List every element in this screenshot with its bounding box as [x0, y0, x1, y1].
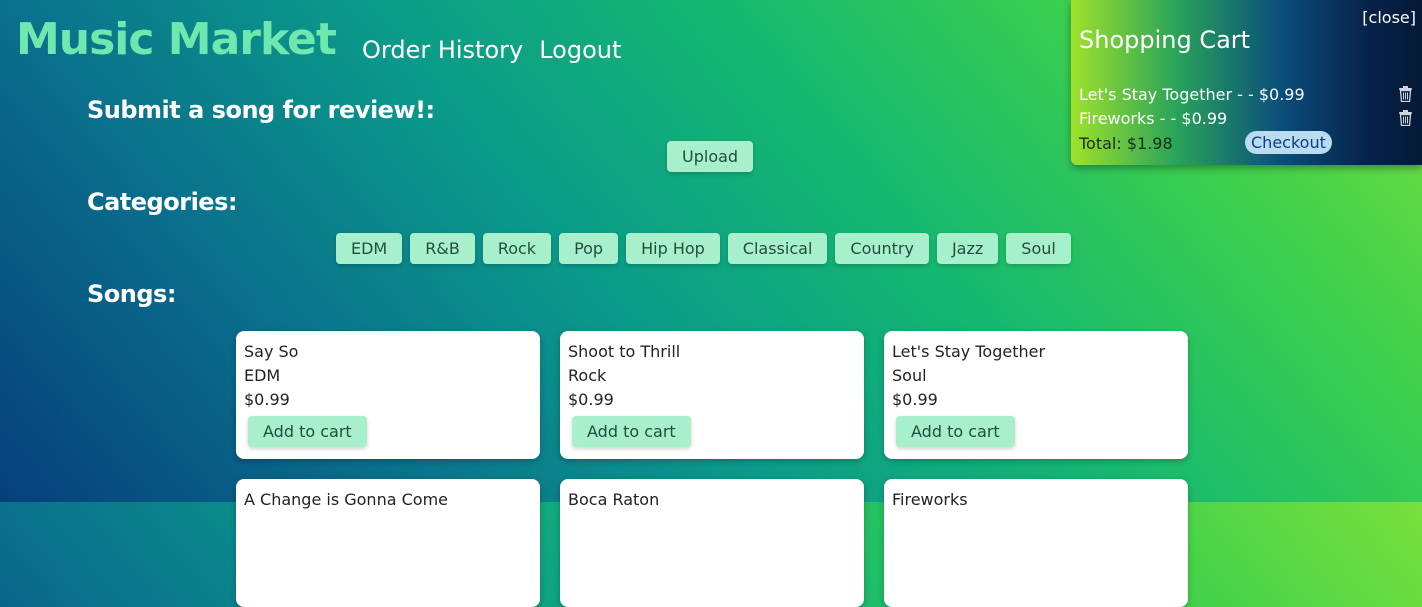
trash-icon-graphic — [1399, 86, 1412, 103]
add-to-cart-button[interactable]: Add to cart — [572, 416, 691, 447]
category-pop-button[interactable]: Pop — [559, 233, 619, 264]
cart-total: Total: $1.98 — [1079, 134, 1173, 153]
song-card: Boca Raton — [560, 479, 864, 607]
song-title: Fireworks — [892, 490, 968, 509]
category-jazz-button[interactable]: Jazz — [936, 233, 999, 264]
category-edm-button[interactable]: EDM — [336, 233, 403, 264]
song-title: A Change is Gonna Come — [244, 490, 448, 509]
category-soul-button[interactable]: Soul — [1006, 233, 1071, 264]
song-title: Let's Stay Together — [892, 342, 1046, 361]
song-card: Fireworks — [884, 479, 1188, 607]
submit-heading: Submit a song for review!: — [87, 96, 435, 124]
song-title: Say So — [244, 342, 299, 361]
song-card: Let's Stay Together Soul $0.99 Add to ca… — [884, 331, 1188, 459]
cart-title: Shopping Cart — [1079, 26, 1251, 54]
category-rock-button[interactable]: Rock — [482, 233, 552, 264]
song-card: Say So EDM $0.99 Add to cart — [236, 331, 540, 459]
song-card: Shoot to Thrill Rock $0.99 Add to cart — [560, 331, 864, 459]
song-genre: Soul — [892, 366, 927, 385]
trash-icon[interactable] — [1398, 110, 1413, 130]
song-title: Shoot to Thrill — [568, 342, 681, 361]
song-price: $0.99 — [568, 390, 614, 409]
song-price: $0.99 — [244, 390, 290, 409]
songs-heading: Songs: — [87, 280, 176, 308]
checkout-button[interactable]: Checkout — [1245, 131, 1332, 154]
top-nav: Order History Logout — [362, 36, 621, 64]
trash-icon-graphic — [1399, 110, 1412, 127]
song-grid: Say So EDM $0.99 Add to cart Shoot to Th… — [236, 331, 1188, 607]
cart-item: Let's Stay Together - - $0.99 — [1079, 85, 1305, 104]
trash-icon[interactable] — [1398, 86, 1413, 106]
category-list: EDM R&B Rock Pop Hip Hop Classical Count… — [336, 233, 1071, 264]
category-classical-button[interactable]: Classical — [727, 233, 828, 264]
logout-link[interactable]: Logout — [539, 36, 621, 64]
category-hiphop-button[interactable]: Hip Hop — [626, 233, 720, 264]
app-title: Music Market — [16, 14, 337, 65]
song-price: $0.99 — [892, 390, 938, 409]
song-genre: Rock — [568, 366, 607, 385]
order-history-link[interactable]: Order History — [362, 36, 523, 64]
song-genre: EDM — [244, 366, 281, 385]
cart-item: Fireworks - - $0.99 — [1079, 109, 1228, 128]
cart-close-button[interactable]: [close] — [1362, 8, 1416, 27]
categories-heading: Categories: — [87, 188, 237, 216]
shopping-cart-panel: [close] Shopping Cart Let's Stay Togethe… — [1071, 0, 1422, 165]
category-rnb-button[interactable]: R&B — [410, 233, 475, 264]
song-title: Boca Raton — [568, 490, 660, 509]
category-country-button[interactable]: Country — [835, 233, 929, 264]
upload-button[interactable]: Upload — [667, 141, 754, 172]
add-to-cart-button[interactable]: Add to cart — [896, 416, 1015, 447]
add-to-cart-button[interactable]: Add to cart — [248, 416, 367, 447]
song-card: A Change is Gonna Come — [236, 479, 540, 607]
